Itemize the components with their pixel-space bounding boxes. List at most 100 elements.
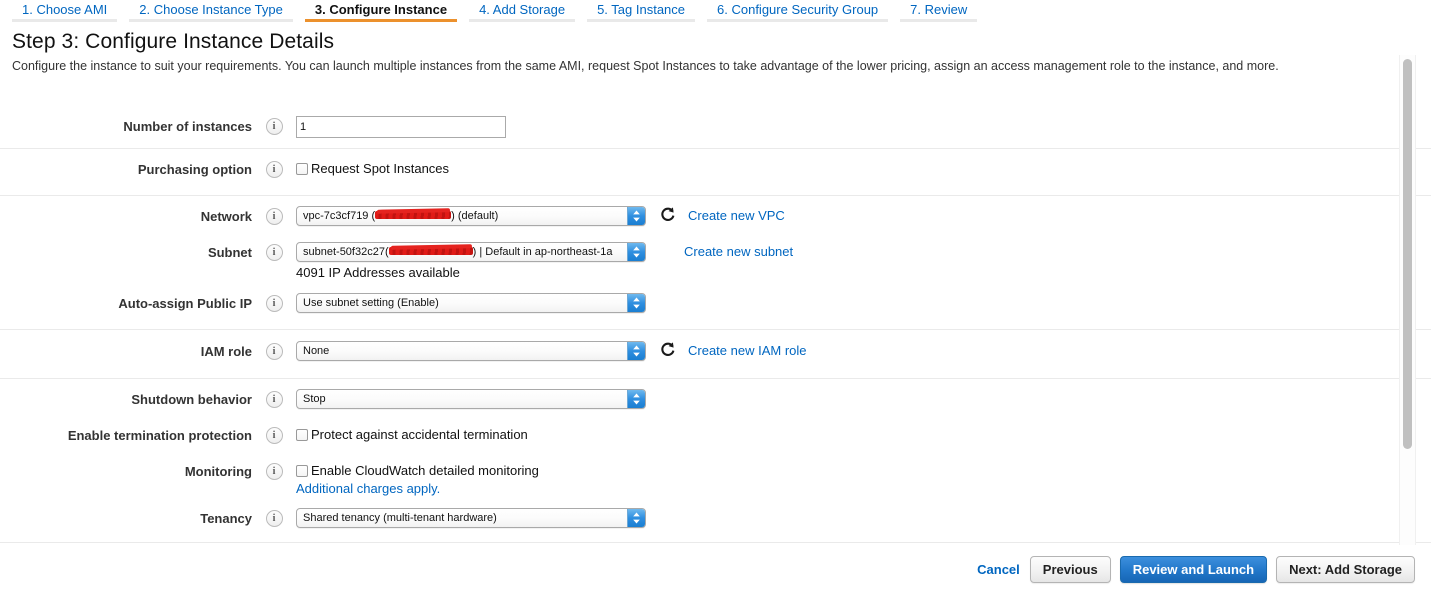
network-select-value: vpc-7c3cf719 () (default) <box>297 207 645 225</box>
wizard-tab-label: 7. Review <box>910 2 968 17</box>
info-icon[interactable]: i <box>265 463 283 480</box>
row-termination-protection: Enable termination protection i Protect … <box>0 417 1431 453</box>
next-add-storage-button[interactable]: Next: Add Storage <box>1276 556 1415 583</box>
label-auto-assign-public-ip: Auto-assign Public IP <box>118 296 252 311</box>
control-number-of-instances <box>296 116 1431 138</box>
form-group-iam: IAM role i None Create new IAM role <box>0 330 1431 379</box>
info-wrap: i <box>252 242 296 261</box>
row-purchasing-option: Purchasing option i Request Spot Instanc… <box>0 149 1431 195</box>
cancel-button[interactable]: Cancel <box>977 556 1030 583</box>
shutdown-behavior-value: Stop <box>303 393 326 405</box>
info-wrap: i <box>252 293 296 312</box>
info-icon[interactable]: i <box>265 427 283 444</box>
subnet-select[interactable]: subnet-50f32c27() | Default in ap-northe… <box>296 242 646 262</box>
configure-instance-form: Number of instances i Purchasing option … <box>0 110 1431 543</box>
wizard-tab-label: 2. Choose Instance Type <box>139 2 283 17</box>
info-wrap: i <box>252 341 296 360</box>
control-shutdown-behavior: Stop <box>296 389 1431 409</box>
chevron-updown-icon <box>627 294 645 312</box>
page-header: Step 3: Configure Instance Details Confi… <box>12 30 1384 74</box>
chevron-updown-icon <box>627 509 645 527</box>
create-new-subnet-link[interactable]: Create new subnet <box>684 242 793 262</box>
wizard-tab-label: 4. Add Storage <box>479 2 566 17</box>
iam-role-value: None <box>303 345 330 357</box>
label-monitoring: Monitoring <box>184 464 252 479</box>
vertical-scrollbar-thumb[interactable] <box>1403 59 1412 449</box>
refresh-iam-role-icon[interactable] <box>659 341 676 361</box>
checkbox-row-request-spot: Request Spot Instances <box>296 159 1431 177</box>
info-icon[interactable]: i <box>265 295 283 312</box>
wizard-tab-add-storage[interactable]: 4. Add Storage <box>463 0 581 22</box>
label-shutdown-behavior: Shutdown behavior <box>131 392 252 407</box>
tab-underline <box>469 19 576 22</box>
control-termination-protection: Protect against accidental termination <box>296 425 1431 443</box>
number-of-instances-input[interactable] <box>296 116 506 138</box>
cloudwatch-monitoring-label[interactable]: Enable CloudWatch detailed monitoring <box>311 463 539 479</box>
redacted-subnet-cidr <box>388 247 473 256</box>
control-purchasing-option: Request Spot Instances <box>296 159 1431 177</box>
previous-button[interactable]: Previous <box>1029 556 1111 583</box>
info-wrap: i <box>252 508 296 527</box>
wizard-tab-choose-instance-type[interactable]: 2. Choose Instance Type <box>123 0 299 22</box>
network-value-prefix: vpc-7c3cf719 ( <box>303 210 376 222</box>
auto-assign-public-ip-select[interactable]: Use subnet setting (Enable) <box>296 293 646 313</box>
termination-protection-checkbox[interactable] <box>296 429 308 441</box>
row-network: Network i vpc-7c3cf719 () (default) Crea… <box>0 196 1431 234</box>
subnet-available-ips: 4091 IP Addresses available <box>296 265 460 280</box>
row-auto-assign-public-ip: Auto-assign Public IP i Use subnet setti… <box>0 283 1431 329</box>
chevron-updown-icon <box>627 207 645 225</box>
tab-underline <box>12 19 118 22</box>
info-icon[interactable]: i <box>265 510 283 527</box>
iam-role-select[interactable]: None <box>296 341 646 361</box>
label-network: Network <box>200 209 252 224</box>
network-select[interactable]: vpc-7c3cf719 () (default) <box>296 206 646 226</box>
info-icon[interactable]: i <box>265 118 283 135</box>
wizard-tab-review[interactable]: 7. Review <box>894 0 983 22</box>
info-wrap: i <box>252 159 296 178</box>
info-wrap: i <box>252 461 296 480</box>
info-icon[interactable]: i <box>265 343 283 360</box>
additional-charges-link[interactable]: Additional charges apply. <box>296 481 440 497</box>
label-subnet: Subnet <box>207 245 252 260</box>
wizard-tab-configure-security-group[interactable]: 6. Configure Security Group <box>701 0 894 22</box>
page-title: Step 3: Configure Instance Details <box>12 30 335 53</box>
info-icon[interactable]: i <box>265 244 283 261</box>
row-iam-role: IAM role i None Create new IAM role <box>0 330 1431 378</box>
subnet-value-prefix: subnet-50f32c27( <box>303 246 389 258</box>
chevron-updown-icon <box>627 243 645 261</box>
form-group-advanced: Shutdown behavior i Stop Enable terminat… <box>0 379 1431 543</box>
vertical-scrollbar-track[interactable] <box>1399 55 1416 545</box>
wizard-footer: Cancel Previous Review and Launch Next: … <box>0 550 1431 608</box>
control-auto-assign-public-ip: Use subnet setting (Enable) <box>296 293 1431 313</box>
control-monitoring: Enable CloudWatch detailed monitoring Ad… <box>296 461 1431 498</box>
chevron-updown-icon <box>627 342 645 360</box>
cloudwatch-monitoring-checkbox[interactable] <box>296 465 308 477</box>
create-new-iam-role-link[interactable]: Create new IAM role <box>688 341 807 361</box>
info-icon[interactable]: i <box>265 161 283 178</box>
label-purchasing-option: Purchasing option <box>137 162 252 177</box>
termination-protection-label[interactable]: Protect against accidental termination <box>311 427 528 443</box>
info-icon[interactable]: i <box>265 391 283 408</box>
wizard-tab-choose-ami[interactable]: 1. Choose AMI <box>6 0 123 22</box>
wizard-tab-label: 3. Configure Instance <box>314 2 448 17</box>
review-and-launch-button[interactable]: Review and Launch <box>1119 556 1268 583</box>
info-icon[interactable]: i <box>265 208 283 225</box>
redacted-vpc-cidr <box>375 211 452 220</box>
info-wrap: i <box>252 389 296 408</box>
row-shutdown-behavior: Shutdown behavior i Stop <box>0 379 1431 417</box>
request-spot-instances-label[interactable]: Request Spot Instances <box>311 161 449 177</box>
wizard-tab-label: 6. Configure Security Group <box>717 2 879 17</box>
page-description: Configure the instance to suit your requ… <box>12 59 1279 73</box>
wizard-tab-bar: 1. Choose AMI 2. Choose Instance Type 3.… <box>0 0 1431 22</box>
create-new-vpc-link[interactable]: Create new VPC <box>688 206 785 226</box>
request-spot-instances-checkbox[interactable] <box>296 163 308 175</box>
control-subnet: subnet-50f32c27() | Default in ap-northe… <box>296 242 1431 281</box>
tenancy-select[interactable]: Shared tenancy (multi-tenant hardware) <box>296 508 646 528</box>
row-tenancy: Tenancy i Shared tenancy (multi-tenant h… <box>0 500 1431 542</box>
refresh-network-icon[interactable] <box>659 206 676 226</box>
row-number-of-instances: Number of instances i <box>0 110 1431 148</box>
wizard-tab-configure-instance[interactable]: 3. Configure Instance <box>299 0 463 22</box>
wizard-tab-tag-instance[interactable]: 5. Tag Instance <box>581 0 701 22</box>
shutdown-behavior-select[interactable]: Stop <box>296 389 646 409</box>
label-iam-role: IAM role <box>200 344 252 359</box>
